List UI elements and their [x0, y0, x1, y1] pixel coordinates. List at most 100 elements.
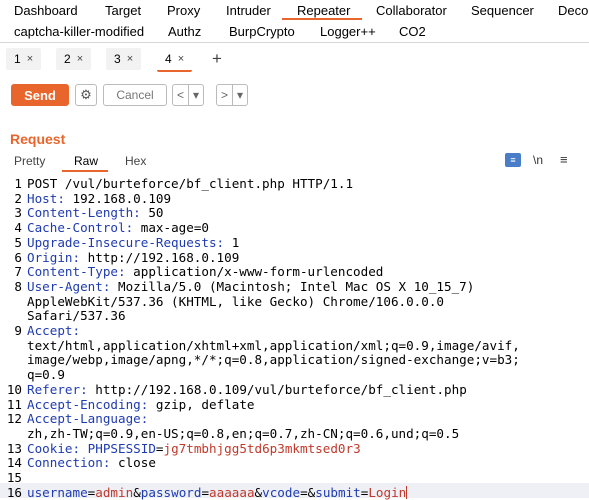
param-name: username	[27, 484, 88, 500]
param-name: PHPSESSID	[87, 440, 156, 456]
code-text: zh,zh-TW;q=0.9,en-US;q=0.8,en;q=0.7,zh-C…	[27, 425, 460, 441]
text-caret	[406, 485, 408, 499]
top-nav: Dashboard Target Proxy Intruder Repeater…	[0, 0, 589, 20]
send-button[interactable]: Send	[11, 84, 69, 106]
ext-tab-co2[interactable]: CO2	[399, 24, 426, 39]
line-number: 1	[14, 176, 22, 191]
param-value: jg7tmbhjgg5td6p3mkmtsed0r3	[163, 440, 361, 456]
code-text: 192.168.0.109	[64, 190, 172, 206]
top-tab-collaborator[interactable]: Collaborator	[376, 3, 447, 18]
code-text: =	[155, 440, 164, 456]
line-number: 2	[14, 190, 22, 206]
line-number: 13	[6, 440, 22, 456]
ext-tab-burpcrypto[interactable]: BurpCrypto	[229, 24, 295, 39]
code-text: max-age=0	[133, 220, 209, 236]
code-line: POST /vul/burteforce/bf_client.php HTTP/…	[27, 176, 354, 192]
header-key: Accept-Language:	[27, 411, 149, 427]
code-line: zh,zh-TW;q=0.9,en-US;q=0.8,en;q=0.7,zh-C…	[27, 425, 460, 442]
menu-icon[interactable]: ≡	[560, 152, 568, 167]
code-line: Content-Type: application/x-www-form-url…	[27, 264, 383, 280]
line-number: 8	[14, 278, 22, 294]
top-tab-proxy[interactable]: Proxy	[167, 3, 200, 18]
active-view-indicator	[62, 170, 108, 172]
ext-tab-logger[interactable]: Logger++	[320, 24, 376, 39]
close-icon[interactable]: ×	[178, 53, 184, 65]
line-number: 11	[6, 396, 22, 412]
code-line: Accept-Encoding: gzip, deflate	[27, 396, 255, 413]
code-line: Connection: close	[27, 455, 156, 471]
header-key: Cookie:	[27, 440, 81, 456]
close-icon[interactable]: ×	[27, 53, 33, 65]
repeater-tab-label: 4	[165, 52, 172, 66]
show-newlines-icon[interactable]: \n	[533, 153, 543, 167]
line-number: 3	[14, 205, 22, 221]
line-number: 4	[14, 220, 22, 236]
code-text: =&	[300, 484, 316, 500]
close-icon[interactable]: ×	[127, 53, 133, 65]
header-key: Accept-Encoding:	[27, 396, 149, 412]
top-tab-dashboard[interactable]: Dashboard	[14, 3, 78, 18]
top-tab-target[interactable]: Target	[105, 3, 141, 18]
code-text: POST /vul/burteforce/bf_client.php HTTP/…	[27, 176, 354, 191]
view-tab-hex[interactable]: Hex	[125, 154, 146, 168]
code-line: q=0.9	[27, 367, 65, 383]
repeater-tab-4[interactable]: 4 ×	[157, 48, 193, 72]
code-line: text/html,application/xhtml+xml,applicat…	[27, 338, 520, 354]
code-line: Origin: http://192.168.0.109	[27, 249, 239, 266]
header-key: Referer:	[27, 381, 88, 397]
code-line: Safari/537.36	[27, 308, 126, 324]
code-text: image/webp,image/apng,*/*;q=0.8,applicat…	[27, 352, 520, 368]
code-text: gzip, deflate	[148, 396, 255, 412]
extension-nav: captcha-killer-modified Authz BurpCrypto…	[0, 20, 589, 43]
code-text: http://192.168.0.109/vul/burteforce/bf_c…	[87, 381, 467, 397]
request-title: Request	[10, 131, 66, 147]
gear-icon[interactable]: ⚙	[75, 84, 97, 106]
param-name: submit	[315, 484, 361, 500]
add-tab-icon[interactable]: +	[212, 49, 222, 69]
repeater-tab-3[interactable]: 3 ×	[106, 48, 142, 70]
code-line: Host: 192.168.0.109	[27, 190, 172, 207]
param-value: aaaaaa	[209, 484, 255, 500]
header-key: Cache-Control:	[27, 220, 134, 236]
code-line: image/webp,image/apng,*/*;q=0.8,applicat…	[27, 353, 520, 368]
view-tab-pretty[interactable]: Pretty	[14, 154, 45, 168]
code-text: Mozilla/5.0 (Macintosh; Intel Mac OS X 1…	[110, 278, 475, 294]
code-text: =	[201, 484, 210, 500]
cancel-button[interactable]: Cancel	[103, 84, 167, 106]
ext-tab-captcha-killer[interactable]: captcha-killer-modified	[14, 24, 144, 39]
request-editor[interactable]: 1 POST /vul/burteforce/bf_client.php HTTP…	[0, 176, 589, 500]
repeater-tab-label: 2	[64, 52, 71, 66]
forward-history-dropdown[interactable]: ▾	[233, 88, 247, 102]
top-tab-repeater[interactable]: Repeater	[297, 3, 350, 18]
line-number: 14	[6, 455, 22, 471]
forward-button[interactable]: >	[217, 88, 232, 102]
repeater-toolbar: Send ⚙ Cancel < ▾ > ▾	[0, 80, 589, 110]
code-text: q=0.9	[27, 367, 65, 383]
top-tab-decoder[interactable]: Decoder	[558, 3, 589, 18]
back-history-dropdown[interactable]: ▾	[189, 88, 203, 102]
repeater-tab-label: 1	[14, 52, 21, 66]
header-key: Accept:	[27, 323, 81, 338]
back-button[interactable]: <	[173, 88, 188, 102]
wrap-lines-icon[interactable]: ≡	[505, 153, 521, 167]
view-tab-raw[interactable]: Raw	[74, 154, 98, 168]
repeater-tabs: 1 × 2 × 3 × 4 × +	[0, 46, 589, 72]
top-tab-sequencer[interactable]: Sequencer	[471, 3, 534, 18]
forward-nav-group: > ▾	[216, 84, 249, 106]
repeater-tab-label: 3	[114, 52, 121, 66]
close-icon[interactable]: ×	[77, 53, 83, 65]
repeater-tab-1[interactable]: 1 ×	[6, 48, 42, 70]
line-number: 7	[14, 264, 22, 280]
code-text: Safari/537.36	[27, 308, 126, 324]
top-tab-intruder[interactable]: Intruder	[226, 3, 271, 18]
request-view-tabs: Pretty Raw Hex ≡ \n ≡	[0, 150, 589, 172]
header-key: Origin:	[27, 249, 81, 265]
code-line: Accept-Language:	[27, 411, 149, 427]
code-text: &	[254, 484, 263, 500]
header-key: Upgrade-Insecure-Requests:	[27, 234, 225, 250]
repeater-tab-2[interactable]: 2 ×	[56, 48, 92, 70]
ext-tab-authz[interactable]: Authz	[168, 24, 201, 39]
header-key: Connection:	[27, 455, 111, 471]
code-line: Accept:	[27, 323, 81, 339]
header-key: Content-Length:	[27, 205, 141, 221]
